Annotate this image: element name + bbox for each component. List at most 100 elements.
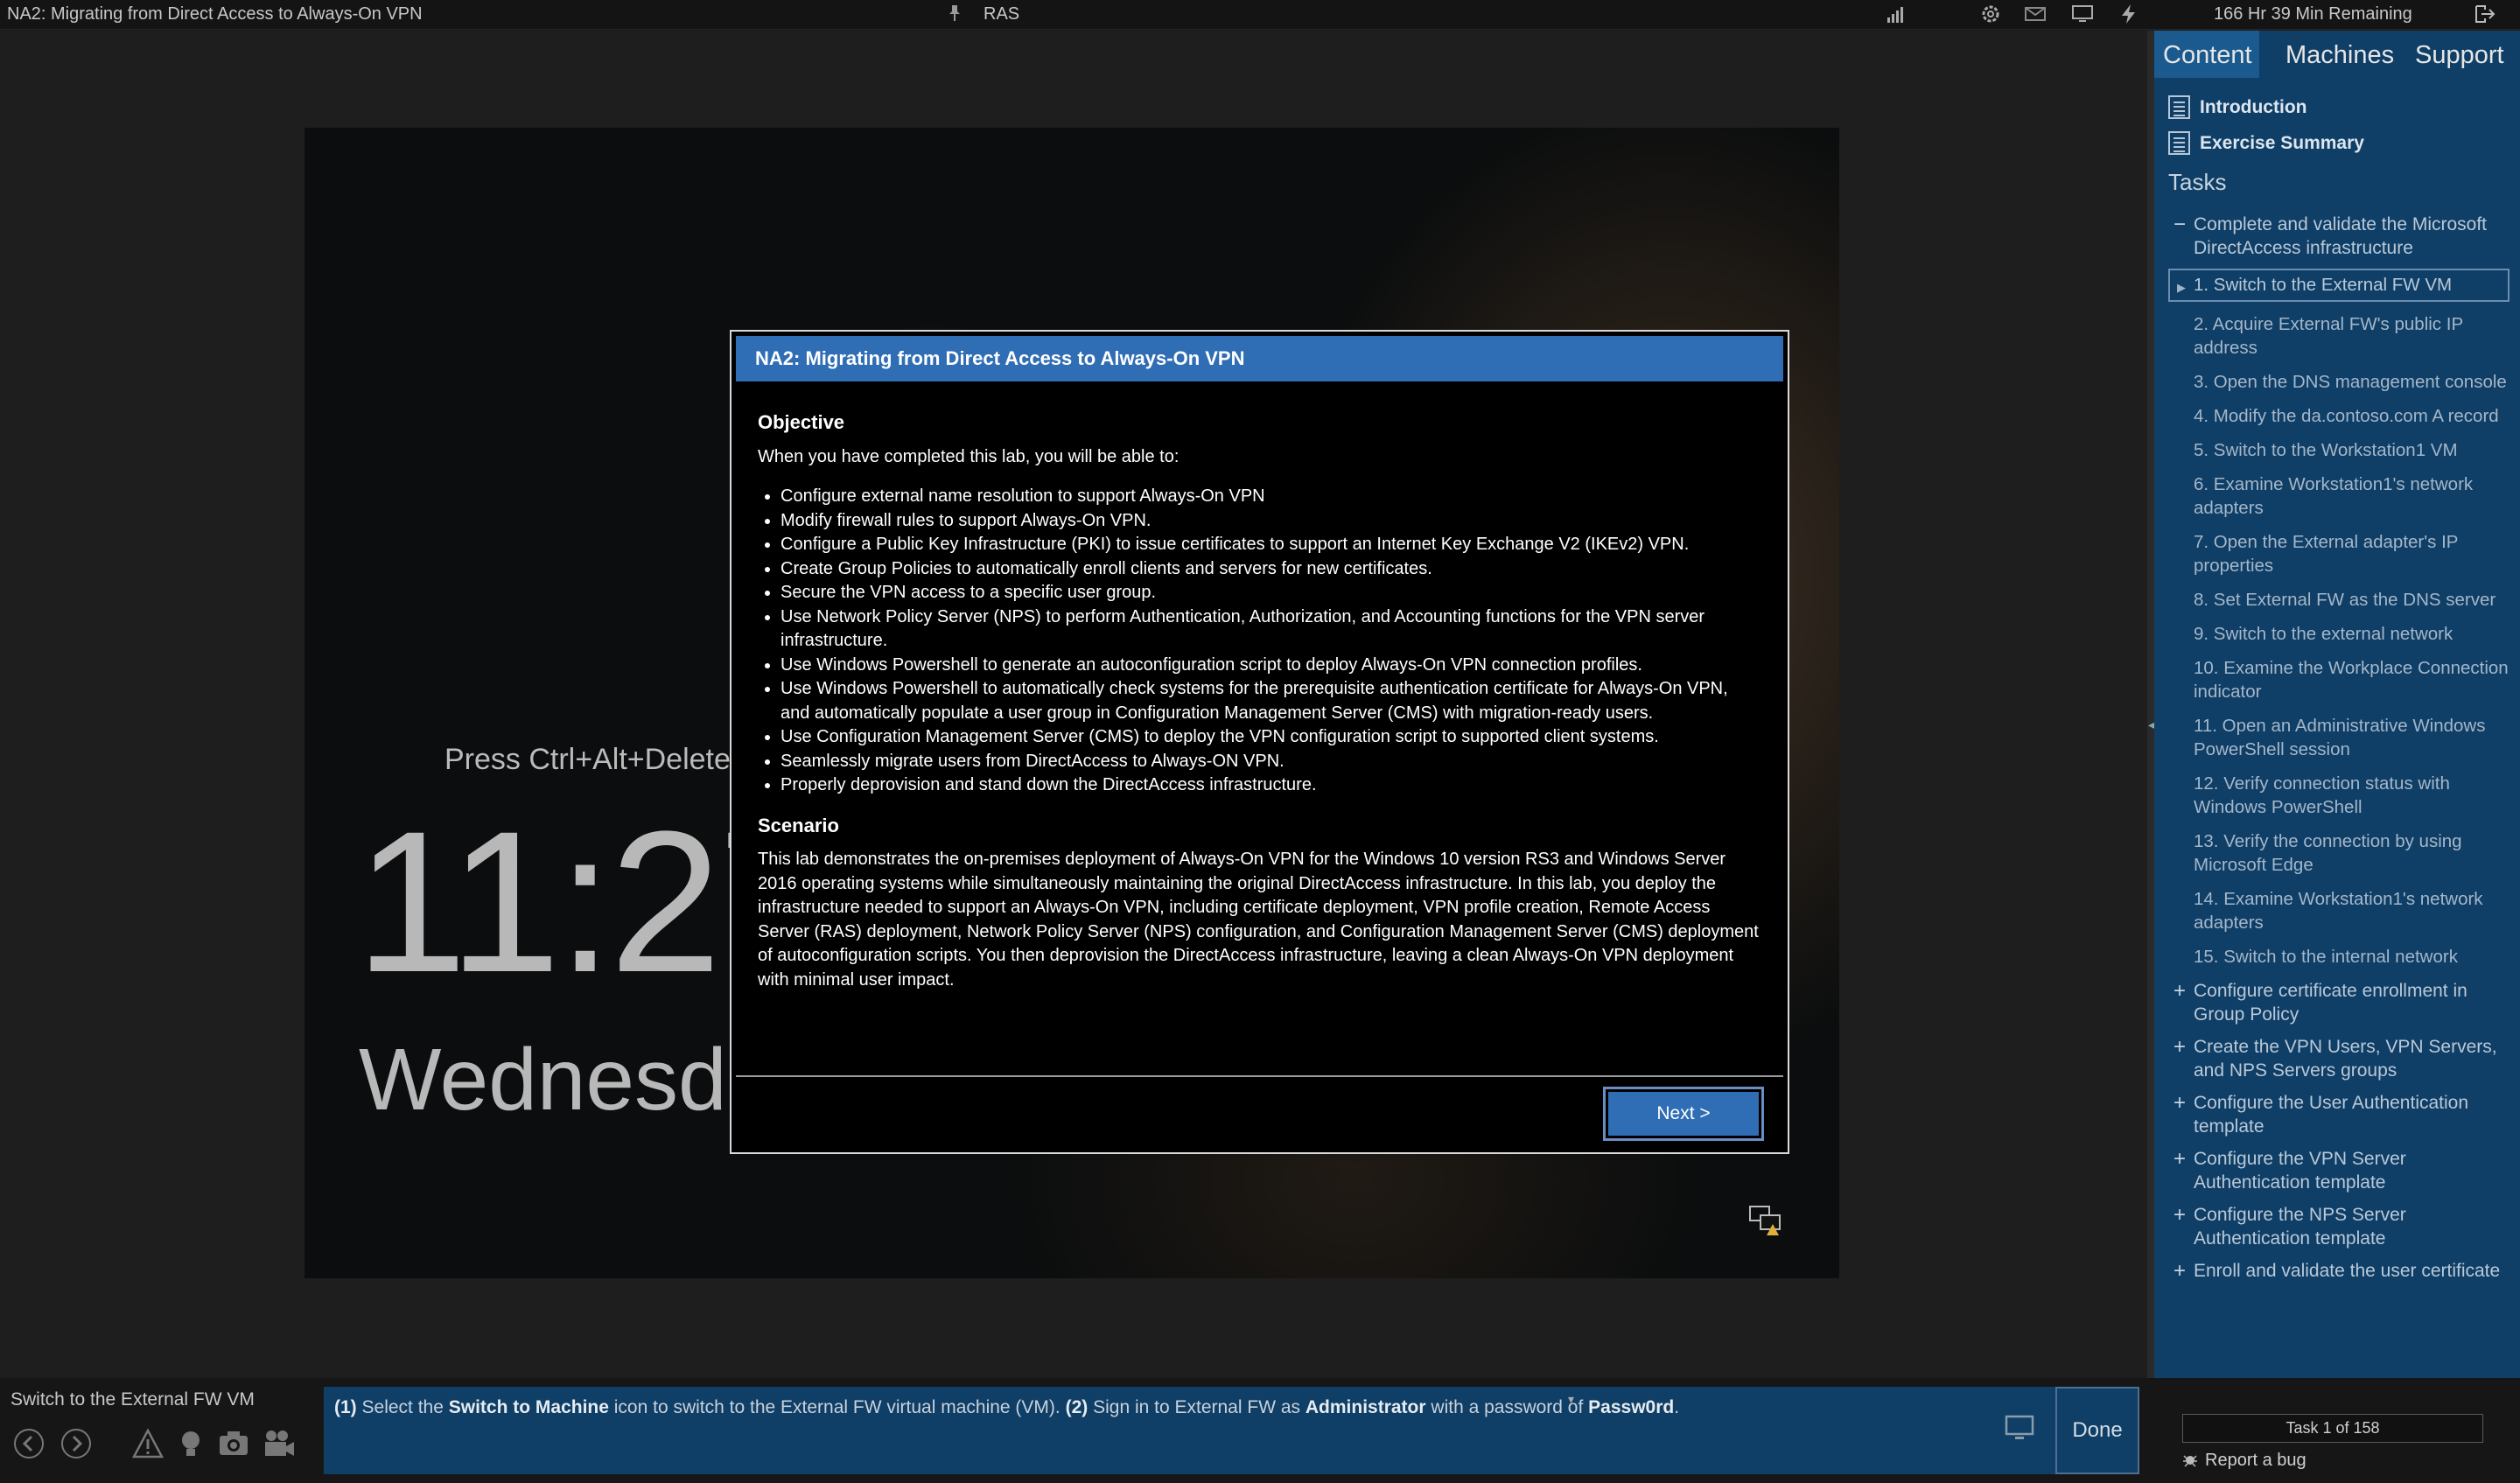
instruction-bold: Switch to Machine xyxy=(448,1397,609,1417)
monitor-icon[interactable] xyxy=(2071,3,2094,24)
expand-icon[interactable]: + xyxy=(2174,1035,2186,1059)
panel-splitter[interactable] xyxy=(2147,31,2154,1378)
task-group-collapsed[interactable]: + Enroll and validate the user certificat… xyxy=(2154,1259,2520,1283)
objective-heading: Objective xyxy=(758,411,845,433)
tab-machines[interactable]: Machines xyxy=(2275,31,2398,78)
task-group-collapsed[interactable]: + Create the VPN Users, VPN Servers, and … xyxy=(2154,1035,2520,1082)
content-pane: Introduction Exercise Summary Tasks − Com… xyxy=(2154,90,2520,1378)
task-item[interactable]: 2. Acquire External FW's public IP addre… xyxy=(2154,312,2520,360)
task-item[interactable]: 6. Examine Workstation1's network adapte… xyxy=(2154,472,2520,520)
expand-icon[interactable]: + xyxy=(2174,1203,2186,1227)
pin-icon[interactable] xyxy=(948,3,962,23)
network-warning-icon xyxy=(1749,1206,1781,1235)
objective-item: Use Configuration Management Server (CMS… xyxy=(780,725,1761,750)
next-button-label: Next > xyxy=(1608,1092,1759,1136)
active-machine-name[interactable]: RAS xyxy=(984,4,1019,24)
dialog-title: NA2: Migrating from Direct Access to Alw… xyxy=(736,336,1783,381)
introduction-label: Introduction xyxy=(2200,97,2307,117)
collapse-icon[interactable]: − xyxy=(2174,213,2186,236)
task-item[interactable]: 10. Examine the Workplace Connection ind… xyxy=(2154,656,2520,703)
lock-screen-day: Wednesda xyxy=(359,1031,776,1129)
task-group-collapsed[interactable]: + Configure the User Authentication templ… xyxy=(2154,1091,2520,1138)
back-icon[interactable] xyxy=(12,1427,46,1460)
instruction-bold: Passw0rd xyxy=(1588,1397,1675,1417)
lab-side-panel: Content Machines Support Introduction Ex… xyxy=(2154,31,2520,1378)
objective-item: Create Group Policies to automatically e… xyxy=(780,557,1761,582)
lock-screen-prompt: Press Ctrl+Alt+Delete xyxy=(444,743,731,776)
tasks-heading: Tasks xyxy=(2168,169,2227,195)
bug-icon xyxy=(2183,1455,2197,1467)
task-group-label: Create the VPN Users, VPN Servers, and N… xyxy=(2194,1037,2497,1081)
dialog-divider xyxy=(736,1075,1783,1077)
task-item[interactable]: 9. Switch to the external network xyxy=(2154,622,2520,646)
task-group-label: Complete and validate the Microsoft Dire… xyxy=(2194,214,2488,258)
objective-item: Use Windows Powershell to automatically … xyxy=(780,677,1761,725)
expand-icon[interactable]: + xyxy=(2174,1259,2186,1283)
objective-item: Configure a Public Key Infrastructure (P… xyxy=(780,533,1761,557)
resize-grip-icon[interactable]: ▾ xyxy=(1568,1387,1574,1411)
task-item[interactable]: 8. Set External FW as the DNS server xyxy=(2154,588,2520,612)
forward-icon[interactable] xyxy=(60,1427,93,1460)
document-icon xyxy=(2168,131,2190,155)
task-label: 1. Switch to the External FW VM xyxy=(2194,275,2453,295)
bottom-bar: Switch to the External FW VM ▾ (1) Selec… xyxy=(0,1378,2520,1483)
task-item[interactable]: 11. Open an Administrative Windows Power… xyxy=(2154,714,2520,761)
task-item[interactable]: 7. Open the External adapter's IP proper… xyxy=(2154,530,2520,577)
task-group-label: Configure the VPN Server Authentication … xyxy=(2194,1149,2406,1193)
task-item[interactable]: 12. Verify connection status with Window… xyxy=(2154,772,2520,819)
task-group-collapsed[interactable]: + Configure the NPS Server Authentication… xyxy=(2154,1203,2520,1250)
top-bar: NA2: Migrating from Direct Access to Alw… xyxy=(0,0,2520,30)
done-button[interactable]: Done xyxy=(2055,1387,2139,1474)
exercise-summary-label: Exercise Summary xyxy=(2200,133,2364,153)
introduction-link[interactable]: Introduction xyxy=(2154,90,2520,126)
task-item[interactable]: 3. Open the DNS management console xyxy=(2154,370,2520,394)
exercise-summary-link[interactable]: Exercise Summary xyxy=(2154,126,2520,162)
camera-icon[interactable] xyxy=(217,1427,250,1460)
gear-icon[interactable] xyxy=(1979,3,2002,24)
objective-item: Properly deprovision and stand down the … xyxy=(780,773,1761,798)
instruction-text: with a password of xyxy=(1425,1397,1589,1417)
tab-content[interactable]: Content xyxy=(2154,31,2259,78)
objective-item: Secure the VPN access to a specific user… xyxy=(780,581,1761,605)
video-icon[interactable] xyxy=(262,1427,296,1460)
instruction-bold: Administrator xyxy=(1305,1397,1426,1417)
report-bug-label: Report a bug xyxy=(2205,1451,2306,1470)
task-group-expanded[interactable]: − Complete and validate the Microsoft Dir… xyxy=(2154,213,2520,260)
lightbulb-icon[interactable] xyxy=(174,1427,207,1460)
instruction-text: Select the xyxy=(356,1397,449,1417)
signal-icon xyxy=(1887,7,1903,23)
instruction-text: . xyxy=(1674,1397,1680,1417)
monitor-icon[interactable] xyxy=(2004,1413,2035,1445)
next-button[interactable]: Next > xyxy=(1603,1087,1764,1141)
task-group-label: Configure certificate enrollment in Grou… xyxy=(2194,981,2468,1025)
lightning-icon[interactable] xyxy=(2118,3,2140,24)
tab-support[interactable]: Support xyxy=(2404,31,2518,78)
task-group-collapsed[interactable]: + Configure the VPN Server Authentication… xyxy=(2154,1147,2520,1194)
objective-intro: When you have completed this lab, you wi… xyxy=(758,446,1180,466)
report-bug-link[interactable]: Report a bug xyxy=(2182,1451,2306,1471)
task-item[interactable]: 15. Switch to the internal network xyxy=(2154,945,2520,969)
task-item-active[interactable]: ▶ 1. Switch to the External FW VM xyxy=(2168,269,2510,302)
objectives-list: Configure external name resolution to su… xyxy=(780,485,1761,798)
time-remaining: 166 Hr 39 Min Remaining xyxy=(2214,4,2412,24)
task-instructions: ▾ (1) Select the Switch to Machine icon … xyxy=(324,1387,2139,1474)
instruction-text: Sign in to External FW as xyxy=(1088,1397,1306,1417)
expand-icon[interactable]: + xyxy=(2174,979,2186,1003)
task-group-collapsed[interactable]: + Configure certificate enrollment in Gro… xyxy=(2154,979,2520,1026)
task-group-label: Configure the User Authentication templa… xyxy=(2194,1093,2469,1137)
step-number: (1) xyxy=(334,1397,357,1417)
task-group-label: Configure the NPS Server Authentication … xyxy=(2194,1205,2406,1249)
expand-icon[interactable]: + xyxy=(2174,1091,2186,1115)
expand-icon[interactable]: + xyxy=(2174,1147,2186,1171)
task-counter: Task 1 of 158 xyxy=(2182,1414,2483,1443)
instruction-text: icon to switch to the External FW virtua… xyxy=(608,1397,1066,1417)
task-group-label: Enroll and validate the user certificate xyxy=(2194,1261,2501,1281)
mail-icon[interactable] xyxy=(2024,3,2047,24)
task-item[interactable]: 5. Switch to the Workstation1 VM xyxy=(2154,438,2520,462)
task-item[interactable]: 13. Verify the connection by using Micro… xyxy=(2154,829,2520,877)
objective-item: Configure external name resolution to su… xyxy=(780,485,1761,509)
warning-icon[interactable] xyxy=(131,1427,164,1460)
task-item[interactable]: 4. Modify the da.contoso.com A record xyxy=(2154,404,2520,428)
task-item[interactable]: 14. Examine Workstation1's network adapt… xyxy=(2154,887,2520,934)
exit-icon[interactable] xyxy=(2474,3,2496,24)
